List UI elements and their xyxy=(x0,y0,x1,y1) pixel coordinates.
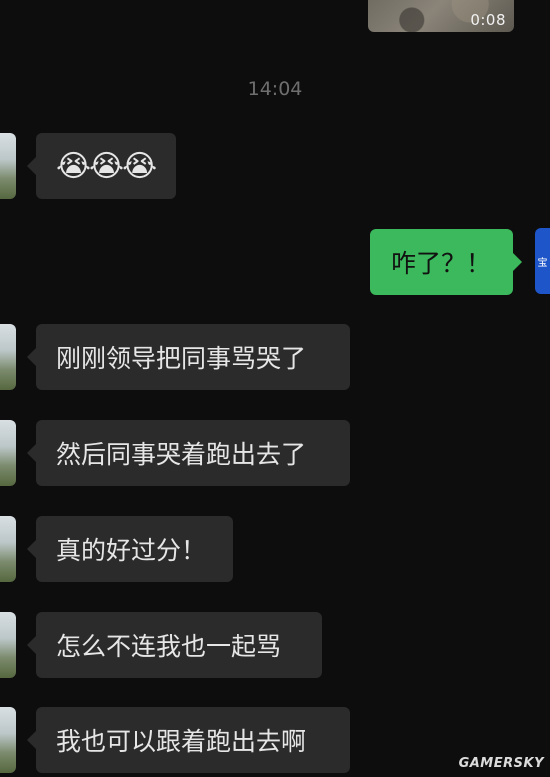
my-avatar[interactable]: 宝 xyxy=(535,228,550,294)
video-message-thumbnail[interactable]: 0:08 xyxy=(368,0,514,32)
contact-avatar[interactable] xyxy=(0,516,16,582)
my-message-bubble[interactable]: 咋了？！ xyxy=(370,229,522,295)
message-text: 刚刚领导把同事骂哭了 xyxy=(56,344,307,373)
contact-avatar[interactable] xyxy=(0,420,16,486)
chat-timestamp: 14:04 xyxy=(247,78,303,100)
contact-avatar[interactable] xyxy=(0,707,16,773)
message-bubble[interactable]: 怎么不连我也一起骂 xyxy=(27,612,322,678)
message-bubble[interactable]: 然后同事哭着跑出去了 xyxy=(27,420,350,486)
message-bubble[interactable]: 真的好过分！ xyxy=(27,516,233,582)
message-bubble[interactable]: 😭😭😭 xyxy=(27,133,176,199)
site-watermark: GAMERSKY xyxy=(458,756,544,771)
video-duration: 0:08 xyxy=(470,11,506,29)
message-text: 然后同事哭着跑出去了 xyxy=(56,440,307,469)
message-text: 怎么不连我也一起骂 xyxy=(56,632,282,661)
message-bubble[interactable]: 刚刚领导把同事骂哭了 xyxy=(27,324,350,390)
my-avatar-char: 宝 xyxy=(537,257,548,269)
contact-avatar[interactable] xyxy=(0,324,16,390)
message-text: 真的好过分！ xyxy=(56,536,207,565)
contact-avatar[interactable] xyxy=(0,612,16,678)
message-text: 😭😭😭 xyxy=(56,148,157,184)
message-bubble[interactable]: 我也可以跟着跑出去啊 xyxy=(27,707,350,773)
contact-avatar[interactable] xyxy=(0,133,16,199)
message-text: 我也可以跟着跑出去啊 xyxy=(56,727,307,756)
my-message-text: 咋了？！ xyxy=(391,249,492,278)
